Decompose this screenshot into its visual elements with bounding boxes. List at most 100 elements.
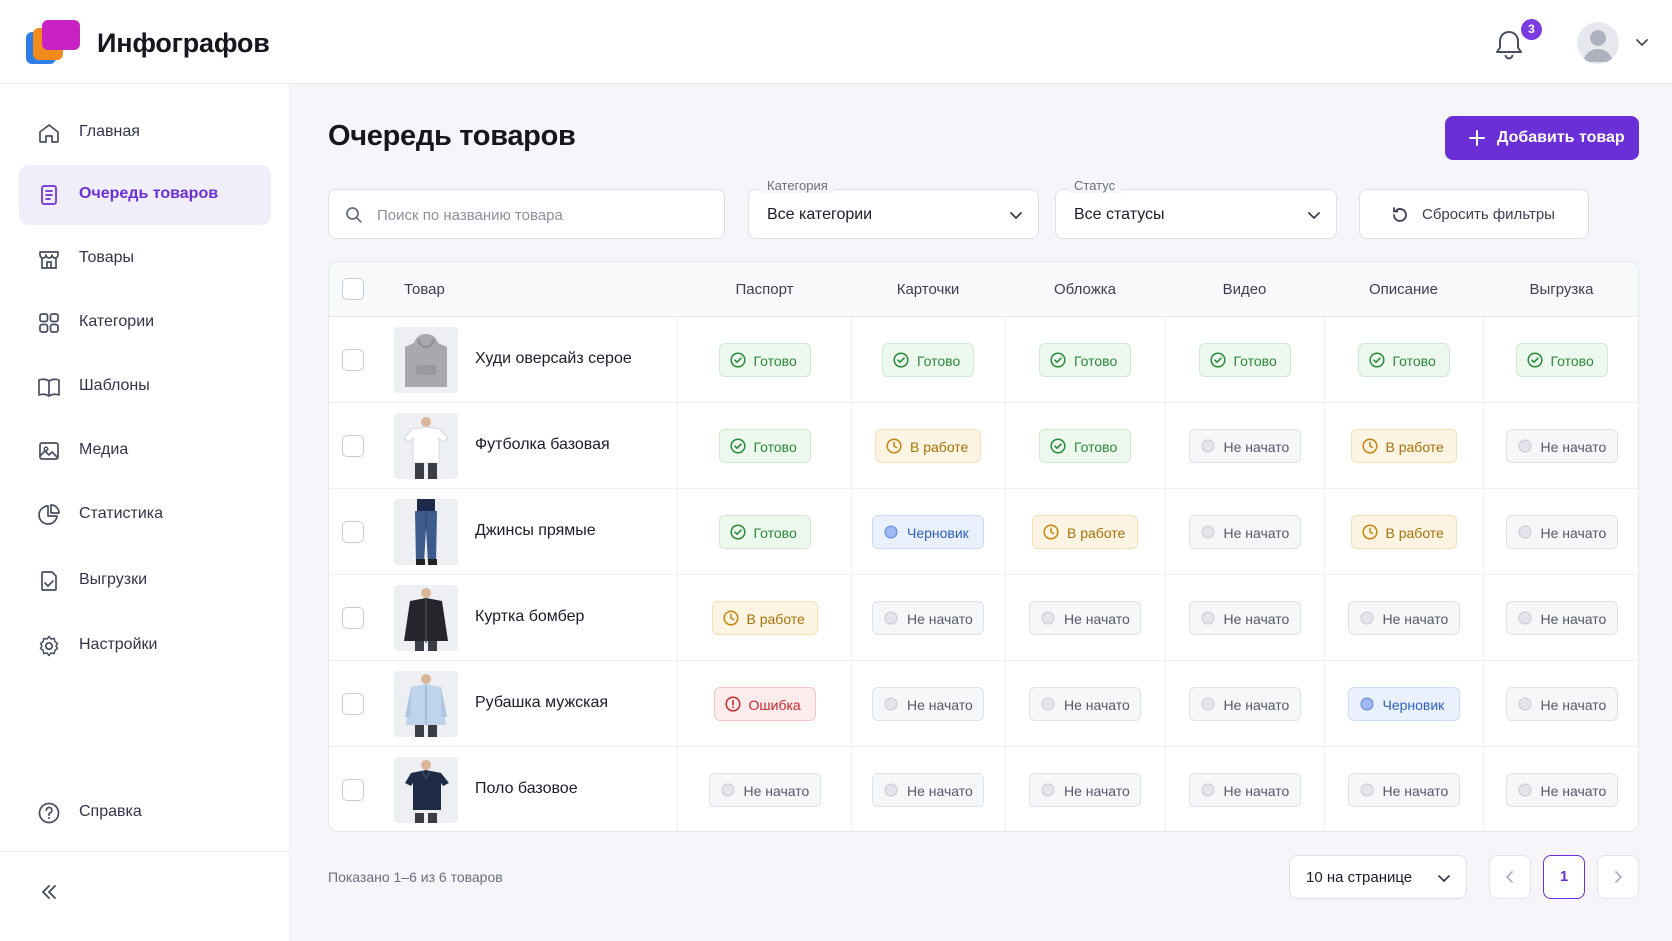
table-row[interactable]: Футболка базовая Готово В работе Готово Не н… xyxy=(329,403,1638,489)
status-badge[interactable]: В работе xyxy=(1032,515,1138,549)
status-badge[interactable]: Не начато xyxy=(1347,601,1460,635)
document-icon xyxy=(41,185,57,205)
status-badge[interactable]: В работе xyxy=(875,429,981,463)
prev-page-button[interactable] xyxy=(1489,855,1531,899)
column-divider xyxy=(1005,575,1006,661)
logo-icon xyxy=(26,20,80,64)
status-badge[interactable]: Не начато xyxy=(1347,773,1460,807)
table-row[interactable]: Куртка бомбер В работе Не начато Не начато Н… xyxy=(329,575,1638,661)
row-checkbox[interactable] xyxy=(342,435,364,457)
product-name[interactable]: Рубашка мужская xyxy=(475,694,608,712)
status-badge[interactable]: Не начато xyxy=(1188,515,1301,549)
status-badge[interactable]: Готово xyxy=(1198,343,1291,377)
status-text: Не начато xyxy=(907,697,973,713)
category-select[interactable]: Категория Все категории xyxy=(748,178,1039,239)
select-all-checkbox[interactable] xyxy=(342,278,364,300)
sidebar-item-statistics[interactable]: Статистика xyxy=(19,485,271,545)
status-badge[interactable]: Готово xyxy=(718,515,811,549)
sidebar-item-settings[interactable]: Настройки xyxy=(19,616,271,676)
product-name[interactable]: Футболка базовая xyxy=(475,436,610,454)
status-badge[interactable]: Не начато xyxy=(708,773,821,807)
sidebar-item-home[interactable]: Главная xyxy=(19,103,271,163)
product-name[interactable]: Худи оверсайз серое xyxy=(475,350,632,368)
status-badge[interactable]: Не начато xyxy=(1188,429,1301,463)
chevron-left-icon xyxy=(1506,871,1513,883)
status-badge[interactable]: Готово xyxy=(1039,429,1131,463)
status-badge[interactable]: В работе xyxy=(711,601,818,635)
column-divider xyxy=(677,575,678,661)
sidebar-item-templates[interactable]: Шаблоны xyxy=(19,357,271,417)
status-badge[interactable]: Готово xyxy=(1515,343,1608,377)
sidebar-item-products[interactable]: Товары xyxy=(19,229,271,289)
row-checkbox[interactable] xyxy=(342,779,364,801)
status-badge[interactable]: Готово xyxy=(718,343,811,377)
status-badge[interactable]: Не начато xyxy=(1188,601,1301,635)
page-button-current[interactable]: 1 xyxy=(1543,855,1585,899)
row-checkbox[interactable] xyxy=(342,349,364,371)
status-text: В работе xyxy=(746,611,805,627)
product-name[interactable]: Куртка бомбер xyxy=(475,608,584,626)
product-thumbnail xyxy=(394,671,458,737)
status-badge[interactable]: Не начато xyxy=(1188,687,1301,721)
grid-icon xyxy=(39,313,59,333)
status-badge[interactable]: Не начато xyxy=(872,773,984,807)
chevron-down-icon[interactable] xyxy=(1634,34,1650,50)
status-badge[interactable]: Готово xyxy=(882,343,974,377)
bell-icon[interactable] xyxy=(1494,28,1524,60)
collapse-sidebar-icon[interactable] xyxy=(37,880,61,904)
reset-filters-button[interactable]: Сбросить фильтры xyxy=(1359,189,1589,239)
status-text: Готово xyxy=(1392,353,1436,369)
empty-dot-icon xyxy=(1201,697,1214,711)
product-thumbnail xyxy=(394,413,458,479)
table-row[interactable]: Рубашка мужская Ошибка Не начато Не начато Н… xyxy=(329,661,1638,747)
sidebar-item-media[interactable]: Медиа xyxy=(19,421,271,481)
status-badge[interactable]: Не начато xyxy=(872,687,984,721)
status-text: Ошибка xyxy=(748,697,801,713)
add-product-button[interactable]: Добавить товар xyxy=(1445,116,1639,160)
status-badge[interactable]: Не начато xyxy=(1505,429,1618,463)
sidebar-item-queue[interactable]: Очередь товаров xyxy=(19,165,271,225)
status-badge[interactable]: Черновик xyxy=(1347,687,1460,721)
row-checkbox[interactable] xyxy=(342,607,364,629)
table-header: Товар Паспорт Карточки Обложка Видео Опи… xyxy=(329,262,1638,317)
product-name[interactable]: Джинсы прямые xyxy=(475,522,596,540)
empty-dot-icon xyxy=(1518,783,1531,797)
sidebar-item-help[interactable]: Справка xyxy=(19,783,271,843)
status-badge[interactable]: Не начато xyxy=(872,601,984,635)
avatar[interactable] xyxy=(1577,22,1619,64)
table-row[interactable]: Поло базовое Не начато Не начато Не начато Н… xyxy=(329,747,1638,831)
status-badge[interactable]: Готово xyxy=(718,429,811,463)
status-badge[interactable]: Не начато xyxy=(1505,515,1618,549)
status-badge[interactable]: Ошибка xyxy=(713,687,816,721)
row-checkbox[interactable] xyxy=(342,693,364,715)
status-badge[interactable]: Не начато xyxy=(1029,687,1141,721)
empty-dot-icon xyxy=(1201,439,1214,453)
sidebar-item-exports[interactable]: Выгрузки xyxy=(19,551,271,611)
column-divider xyxy=(1165,403,1166,489)
status-text: В работе xyxy=(910,439,969,455)
sidebar-item-label: Главная xyxy=(79,123,140,140)
row-checkbox[interactable] xyxy=(342,521,364,543)
status-badge[interactable]: Черновик xyxy=(872,515,984,549)
status-badge[interactable]: В работе xyxy=(1350,429,1457,463)
status-badge[interactable]: Не начато xyxy=(1505,687,1618,721)
status-badge[interactable]: Не начато xyxy=(1505,601,1618,635)
search-input[interactable] xyxy=(377,204,707,226)
product-name[interactable]: Поло базовое xyxy=(475,780,578,798)
status-badge[interactable]: Не начато xyxy=(1505,773,1618,807)
per-page-select[interactable]: 10 на странице xyxy=(1289,855,1467,899)
status-select[interactable]: Статус Все статусы xyxy=(1055,178,1337,239)
next-page-button[interactable] xyxy=(1597,855,1639,899)
category-select-label: Категория xyxy=(761,178,834,193)
status-badge[interactable]: Не начато xyxy=(1029,601,1141,635)
sidebar-item-categories[interactable]: Категории xyxy=(19,293,271,353)
status-badge[interactable]: В работе xyxy=(1350,515,1457,549)
status-text: Готово xyxy=(1233,353,1277,369)
table-row[interactable]: Джинсы прямые Готово Черновик В работе Не на… xyxy=(329,489,1638,575)
status-badge[interactable]: Готово xyxy=(1357,343,1450,377)
status-badge[interactable]: Готово xyxy=(1039,343,1131,377)
status-badge[interactable]: Не начато xyxy=(1029,773,1141,807)
status-badge[interactable]: Не начато xyxy=(1188,773,1301,807)
table-row[interactable]: Худи оверсайз серое Готово Готово Готово Гот… xyxy=(329,317,1638,403)
product-thumbnail xyxy=(394,499,458,565)
